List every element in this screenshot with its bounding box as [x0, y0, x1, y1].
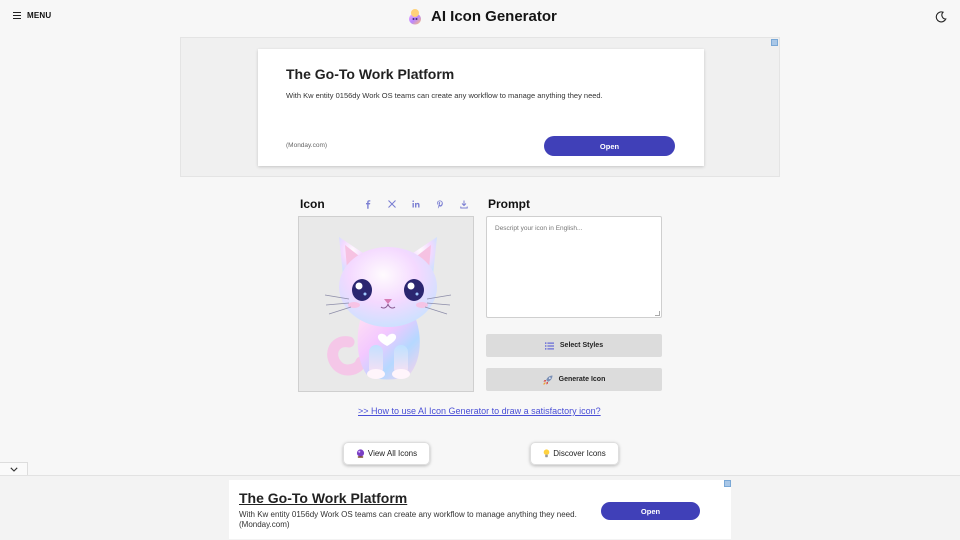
x-icon[interactable] [385, 197, 399, 211]
facebook-icon[interactable] [361, 197, 375, 211]
hamburger-icon [13, 12, 21, 20]
prompt-heading: Prompt [488, 197, 530, 211]
resize-handle[interactable] [655, 311, 660, 316]
ad-bottom-body: With Kw entity 0156dy Work OS teams can … [239, 510, 577, 529]
list-icon [544, 342, 554, 349]
ad-source: (Monday.com) [286, 142, 328, 149]
ad-choices-icon[interactable] [724, 480, 731, 487]
ad-card[interactable]: The Go-To Work Platform With Kw entity 0… [258, 49, 704, 166]
cat-image [324, 237, 452, 380]
icon-heading: Icon [300, 197, 325, 211]
app-title: AI Icon Generator [431, 7, 557, 25]
moon-icon[interactable] [934, 10, 948, 24]
collapse-ad-button[interactable] [0, 462, 28, 475]
howto-link[interactable]: >> How to use AI Icon Generator to draw … [358, 406, 601, 416]
download-icon[interactable] [457, 197, 471, 211]
ad-open-button[interactable]: Open [544, 136, 675, 156]
ad-body: With Kw entity 0156dy Work OS teams can … [286, 91, 603, 100]
generate-icon-label: Generate Icon [558, 376, 606, 383]
pinterest-icon[interactable] [433, 197, 447, 211]
ad-headline: The Go-To Work Platform [286, 66, 455, 82]
ad-bottom-open-button[interactable]: Open [601, 502, 700, 520]
view-all-icons-button[interactable]: View All Icons [343, 442, 430, 465]
brand[interactable]: AI Icon Generator [407, 7, 557, 25]
menu-button[interactable]: MENU [13, 11, 51, 20]
menu-label: MENU [27, 11, 52, 20]
ad-card-bottom[interactable]: The Go-To Work Platform With Kw entity 0… [229, 480, 731, 539]
linkedin-icon[interactable] [409, 197, 423, 211]
discover-icons-label: Discover Icons [553, 449, 606, 458]
rocket-icon [542, 375, 553, 385]
icon-preview [298, 216, 474, 392]
ad-choices-icon[interactable] [771, 39, 778, 46]
view-all-icons-label: View All Icons [367, 449, 418, 458]
crystal-ball-icon [356, 449, 364, 458]
chevron-down-icon [9, 466, 18, 472]
ad-banner-top: The Go-To Work Platform With Kw entity 0… [180, 37, 780, 177]
lightbulb-icon [543, 449, 550, 458]
ad-bottom-headline[interactable]: The Go-To Work Platform [239, 490, 407, 506]
ad-banner-bottom: The Go-To Work Platform With Kw entity 0… [0, 475, 960, 540]
discover-icons-button[interactable]: Discover Icons [530, 442, 619, 465]
prompt-textarea[interactable] [486, 216, 662, 318]
header: MENU AI Icon Generator [0, 0, 960, 34]
select-styles-button[interactable]: Select Styles [486, 334, 662, 357]
generate-icon-button[interactable]: Generate Icon [486, 368, 662, 391]
logo-icon [409, 9, 421, 25]
select-styles-label: Select Styles [559, 342, 604, 349]
